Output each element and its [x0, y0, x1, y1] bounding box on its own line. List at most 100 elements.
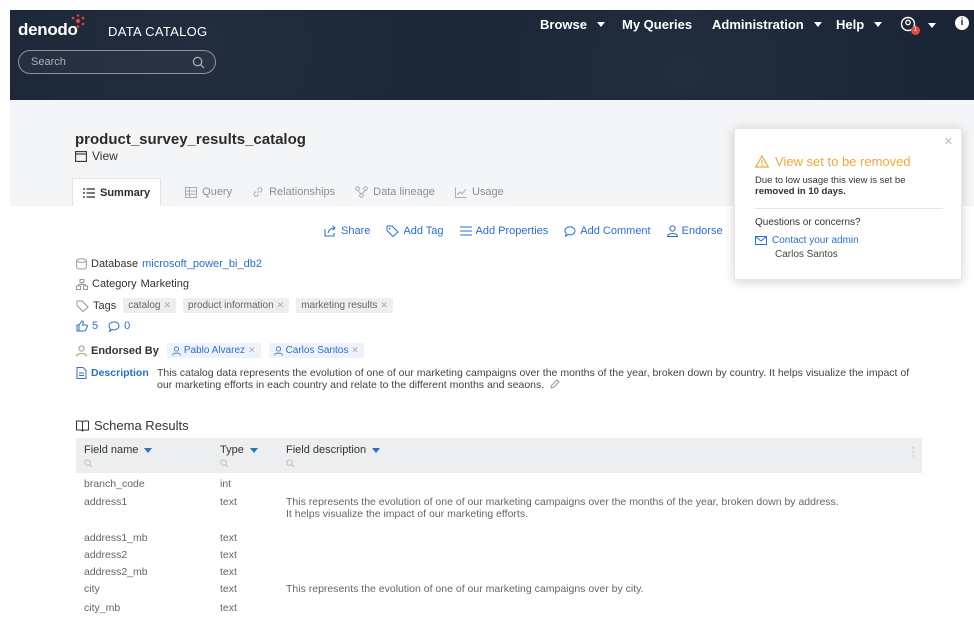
filter-search-icon[interactable] — [84, 459, 93, 468]
add-tag-button[interactable]: Add Tag — [386, 225, 444, 237]
tag-chip[interactable]: product information ✕ — [183, 298, 290, 313]
tab-query-label: Query — [202, 186, 233, 198]
chevron-down-icon — [596, 22, 605, 27]
mail-icon — [755, 236, 767, 245]
share-button[interactable]: Share — [324, 225, 370, 237]
comments-count: 0 — [124, 320, 131, 332]
schema-rows: branch_code int address1 text This repre… — [76, 475, 922, 616]
chart-icon — [454, 187, 467, 198]
table-row[interactable]: address1_mb text — [76, 529, 922, 546]
nav-my-queries-label: My Queries — [622, 17, 693, 32]
search-input[interactable]: Search — [18, 50, 216, 74]
endorse-label: Endorse — [681, 225, 723, 237]
table-row[interactable]: branch_code int — [76, 475, 922, 493]
comment-icon[interactable] — [108, 320, 120, 332]
notification-badge: 1 — [911, 26, 920, 35]
database-link[interactable]: microsoft_power_bi_db2 — [142, 258, 262, 270]
filter-search-icon[interactable] — [220, 459, 229, 468]
info-icon[interactable]: i — [955, 16, 969, 30]
chevron-down-icon — [813, 22, 822, 27]
tab-usage[interactable]: Usage — [445, 178, 514, 206]
table-row[interactable]: address2 text — [76, 546, 922, 563]
notice-divider — [755, 208, 943, 209]
chevron-down-icon[interactable] — [144, 448, 153, 453]
nav-administration[interactable]: Administration — [712, 17, 822, 32]
column-header-type[interactable]: Type — [220, 444, 258, 456]
user-icon — [666, 225, 678, 237]
endorser-chip[interactable]: Pablo Alvarez ✕ — [166, 343, 261, 358]
description-heading: Description — [76, 367, 149, 379]
list-icon — [83, 187, 95, 198]
description-row: Description This catalog data represents… — [76, 367, 916, 391]
field-type-cell: text — [220, 566, 237, 578]
tab-summary[interactable]: Summary — [72, 178, 162, 206]
more-options-icon[interactable]: · · · — [911, 443, 915, 462]
nav-browse[interactable]: Browse — [540, 17, 605, 32]
field-type-cell: int — [220, 478, 232, 490]
filter-search-icon[interactable] — [286, 459, 295, 468]
tab-data-lineage[interactable]: Data lineage — [345, 178, 445, 206]
field-description-cell: This represents the evolution of one of … — [286, 583, 644, 595]
table-row[interactable]: address2_mb text — [76, 563, 922, 580]
contact-admin-link[interactable]: Contact your admin — [755, 235, 859, 246]
search-icon[interactable] — [192, 56, 205, 69]
endorse-button[interactable]: Endorse — [666, 225, 723, 237]
add-comment-label: Add Comment — [580, 225, 651, 237]
tag-chip[interactable]: catalog ✕ — [123, 298, 177, 313]
notice-text-prefix: Due to low usage this view is set be — [755, 175, 906, 186]
contact-admin-label: Contact your admin — [772, 235, 859, 246]
notice-title-label: View set to be removed — [775, 154, 911, 169]
table-row[interactable]: city text This represents the evolution … — [76, 580, 922, 599]
tags-row: Tags catalog ✕ product information ✕ marke… — [76, 298, 393, 313]
schema-grid-header: Field name Type Field description · · · — [76, 438, 922, 473]
field-type-cell: text — [220, 549, 237, 561]
nav-help[interactable]: Help — [836, 17, 883, 32]
search-placeholder: Search — [31, 56, 66, 68]
endorser-name: Carlos Santos — [285, 345, 349, 356]
tab-query[interactable]: Query — [175, 178, 242, 206]
close-icon[interactable]: ✕ — [277, 300, 285, 311]
column-header-field-description[interactable]: Field description — [286, 444, 381, 456]
thumbs-up-icon[interactable] — [76, 320, 88, 332]
column-header-field-name[interactable]: Field name — [84, 444, 153, 456]
removal-notice-popup: ✕ View set to be removed Due to low usag… — [734, 128, 962, 280]
close-icon[interactable]: ✕ — [164, 300, 172, 311]
chevron-down-icon[interactable] — [928, 23, 936, 28]
category-label: Category — [92, 278, 137, 290]
database-label: Database — [91, 258, 139, 270]
column-header-label: Field description — [286, 444, 367, 456]
endorser-chip[interactable]: Carlos Santos ✕ — [268, 343, 364, 358]
field-name-cell: address1 — [84, 496, 128, 508]
reactions-row: 5 0 — [76, 320, 130, 332]
tag-chip-label: product information — [188, 300, 274, 311]
tab-usage-label: Usage — [471, 186, 504, 198]
chevron-down-icon[interactable] — [372, 448, 381, 453]
database-icon — [76, 258, 87, 270]
chevron-down-icon[interactable] — [249, 448, 258, 453]
tags-label: Tags — [93, 299, 117, 312]
view-type: View — [75, 149, 118, 163]
edit-icon[interactable] — [550, 379, 560, 389]
tab-relationships[interactable]: Relationships — [242, 178, 345, 206]
tag-chip[interactable]: marketing results ✕ — [296, 298, 393, 313]
chevron-down-icon — [874, 22, 883, 27]
description-label: Description — [91, 367, 149, 379]
close-icon[interactable]: ✕ — [380, 300, 388, 311]
add-properties-button[interactable]: Add Properties — [459, 225, 549, 237]
table-row[interactable]: city_mb text — [76, 599, 922, 616]
list-icon — [459, 226, 472, 236]
product-name: DATA CATALOG — [108, 24, 208, 39]
table-row[interactable]: address1 text This represents the evolut… — [76, 493, 922, 529]
notice-question: Questions or concerns? — [755, 217, 861, 228]
add-properties-label: Add Properties — [475, 225, 549, 237]
close-icon[interactable]: ✕ — [248, 345, 256, 356]
database-row: Database microsoft_power_bi_db2 — [76, 258, 262, 270]
close-icon[interactable]: ✕ — [944, 135, 953, 148]
close-icon[interactable]: ✕ — [351, 345, 359, 356]
comment-icon — [564, 225, 576, 237]
endorsed-label: Endorsed By — [91, 344, 159, 357]
denodo-logo[interactable]: denodo — [18, 20, 78, 40]
field-name-cell: address2 — [84, 549, 128, 561]
nav-my-queries[interactable]: My Queries — [622, 17, 692, 32]
add-comment-button[interactable]: Add Comment — [564, 225, 651, 237]
